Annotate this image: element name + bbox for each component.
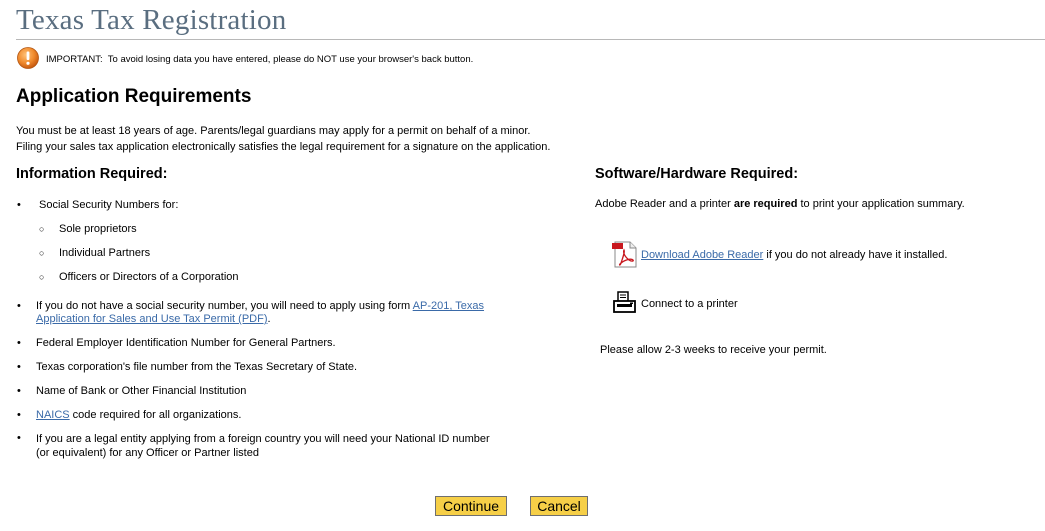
- title-divider: [16, 39, 1045, 40]
- bank-text: Name of Bank or Other Financial Institut…: [36, 385, 247, 397]
- continue-button[interactable]: Continue: [435, 496, 507, 516]
- allow-weeks-text: Please allow 2-3 weeks to receive your p…: [600, 344, 827, 356]
- printer-icon: [613, 291, 636, 313]
- page-title: Texas Tax Registration: [16, 4, 287, 36]
- naics-text: code required for all organizations.: [69, 409, 242, 421]
- naics-link[interactable]: NAICS: [36, 409, 70, 421]
- ap201-link[interactable]: AP-201, Texas: [413, 300, 484, 312]
- intro-line-1: You must be at least 18 years of age. Pa…: [16, 125, 531, 137]
- intro-text: You must be at least 18 years of age. Pa…: [16, 123, 550, 155]
- alert-label: IMPORTANT:: [46, 54, 103, 65]
- ssn-item: Sole proprietors: [59, 223, 137, 235]
- no-ssn-text: If you do not have a social security num…: [36, 300, 411, 312]
- exclamation-warning-icon: [17, 47, 39, 69]
- intro-line-2: Filing your sales tax application electr…: [16, 141, 551, 153]
- ssn-item: Officers or Directors of a Corporation: [59, 271, 239, 283]
- software-required-heading: Software/Hardware Required:: [595, 166, 799, 182]
- ssn-intro: Social Security Numbers for:: [39, 199, 179, 211]
- pdf-icon[interactable]: [612, 241, 637, 268]
- adobe-requirement: Adobe Reader and a printer are required …: [595, 198, 965, 210]
- alert-message: To avoid losing data you have entered, p…: [107, 54, 474, 65]
- download-adobe-link[interactable]: Download Adobe Reader: [641, 249, 763, 261]
- info-required-heading: Information Required:: [16, 166, 168, 182]
- fein-text: Federal Employer Identification Number f…: [36, 337, 336, 349]
- download-adobe-text: if you do not already have it installed.: [763, 249, 948, 261]
- printer-text: Connect to a printer: [641, 298, 738, 310]
- foreign-text: If you are a legal entity applying from …: [36, 433, 490, 445]
- cancel-button[interactable]: Cancel: [530, 496, 588, 516]
- section-heading: Application Requirements: [16, 86, 252, 107]
- corp-text: Texas corporation's file number from the…: [36, 361, 358, 373]
- ap201-link-cont[interactable]: Application for Sales and Use Tax Permit…: [36, 313, 268, 325]
- foreign-text-cont: (or equivalent) for any Officer or Partn…: [36, 447, 259, 459]
- alert-text: IMPORTANT: To avoid losing data you have…: [46, 54, 473, 65]
- ssn-item: Individual Partners: [59, 247, 151, 259]
